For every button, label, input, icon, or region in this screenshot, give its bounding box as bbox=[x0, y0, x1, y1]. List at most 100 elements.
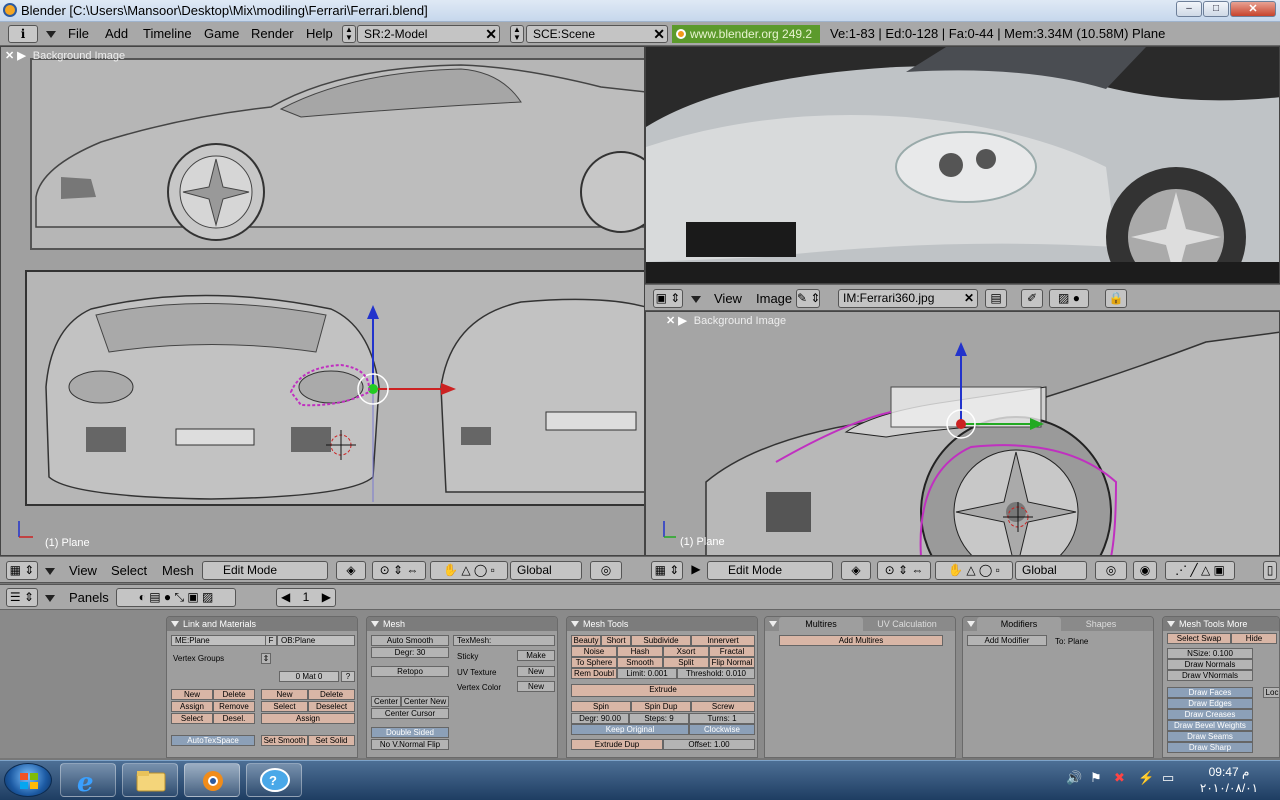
expand-menus-icon[interactable]: ▶ bbox=[689, 561, 703, 580]
draw-creases-toggle[interactable]: Draw Creases bbox=[1167, 709, 1253, 720]
close-bg-image-icon[interactable]: ✕ ▶ bbox=[5, 50, 26, 62]
to-sphere-button[interactable]: To Sphere bbox=[571, 657, 617, 668]
render-icon[interactable]: ▯ bbox=[1263, 561, 1277, 580]
center-cursor-button[interactable]: Center Cursor bbox=[371, 708, 449, 719]
background-image-label[interactable]: ✕ ▶ Background Image bbox=[666, 314, 786, 327]
editor-type-3dview-icon[interactable]: ▦ ⇕ bbox=[6, 561, 38, 580]
split-button[interactable]: Split bbox=[663, 657, 709, 668]
draw-normals-toggle[interactable]: Draw Normals bbox=[1167, 659, 1253, 670]
material-delete-button[interactable]: Delete bbox=[308, 689, 355, 700]
spin-button[interactable]: Spin bbox=[571, 701, 631, 712]
menu-render[interactable]: Render bbox=[251, 26, 294, 41]
menu-file[interactable]: File bbox=[68, 26, 89, 41]
remove-doubles-button[interactable]: Rem Doubl bbox=[571, 668, 617, 679]
draw-vnormals-toggle[interactable]: Draw VNormals bbox=[1167, 670, 1253, 681]
extrude-dup-button[interactable]: Extrude Dup bbox=[571, 739, 663, 750]
material-deselect-button[interactable]: Deselect bbox=[308, 701, 355, 712]
add-modifier-dropdown[interactable]: Add Modifier bbox=[967, 635, 1047, 646]
volume-icon[interactable]: 🔊 bbox=[1066, 770, 1082, 786]
screw-button[interactable]: Screw bbox=[691, 701, 755, 712]
minimize-button[interactable]: – bbox=[1176, 1, 1202, 17]
auto-smooth-toggle[interactable]: Auto Smooth bbox=[371, 635, 449, 646]
set-solid-button[interactable]: Set Solid bbox=[308, 735, 355, 746]
beauty-toggle[interactable]: Beauty bbox=[571, 635, 601, 646]
frame-number-field[interactable]: ◀ 1 ▶ bbox=[276, 588, 336, 607]
scene-browse-stepper[interactable]: ▲ ▼ bbox=[510, 25, 524, 43]
auto-smooth-degr-field[interactable]: Degr: 30 bbox=[371, 647, 449, 658]
panel-title[interactable]: Mesh bbox=[367, 617, 557, 631]
tab-uv-calculation[interactable]: UV Calculation bbox=[863, 617, 951, 631]
short-toggle[interactable]: Short bbox=[601, 635, 631, 646]
vgroup-new-button[interactable]: New bbox=[171, 689, 213, 700]
steps-field[interactable]: Steps: 9 bbox=[629, 713, 689, 724]
panel-title[interactable]: Mesh Tools More bbox=[1163, 617, 1279, 631]
mode-select-dropdown[interactable]: Edit Mode bbox=[202, 561, 328, 580]
vgroup-browse-icon[interactable]: ⇕ bbox=[261, 653, 271, 664]
viewport-left[interactable]: ✕ ▶ Background Image (1) Plane bbox=[0, 46, 645, 556]
tab-shapes[interactable]: Shapes bbox=[1061, 617, 1141, 631]
maximize-button[interactable]: □ bbox=[1203, 1, 1229, 17]
blender-taskbar-icon[interactable] bbox=[184, 763, 240, 797]
paint-icon[interactable]: ✐ bbox=[1021, 289, 1043, 308]
screen-icon[interactable]: ▭ bbox=[1162, 770, 1174, 786]
info-window-type-button[interactable]: i bbox=[8, 25, 38, 43]
fractal-button[interactable]: Fractal bbox=[709, 646, 755, 657]
keep-original-toggle[interactable]: Keep Original bbox=[571, 724, 689, 735]
tab-multires[interactable]: Multires bbox=[779, 617, 863, 631]
image-unlink-icon[interactable]: ✕ bbox=[964, 290, 974, 307]
loc-toggle[interactable]: Loc bbox=[1263, 687, 1279, 698]
internet-explorer-taskbar-icon[interactable]: e bbox=[60, 763, 116, 798]
app-taskbar-icon[interactable]: ? bbox=[246, 763, 302, 797]
hide-button[interactable]: Hide bbox=[1231, 633, 1277, 644]
network-icon[interactable]: ✖ bbox=[1114, 770, 1125, 786]
vgroup-remove-button[interactable]: Remove bbox=[213, 701, 255, 712]
draw-type-icon[interactable]: ◈ bbox=[336, 561, 366, 580]
occlude-icon[interactable]: ◉ bbox=[1133, 561, 1157, 580]
extrude-button[interactable]: Extrude bbox=[571, 684, 755, 697]
select-mode-icons[interactable]: ⋰ ╱ △ ▣ bbox=[1165, 561, 1235, 580]
mesh-datablock-field[interactable]: ME:Plane bbox=[171, 635, 267, 646]
mode-select-dropdown[interactable]: Edit Mode bbox=[707, 561, 833, 580]
scene-name-field[interactable]: SCE:Scene ✕ bbox=[526, 25, 668, 43]
start-button[interactable] bbox=[4, 763, 52, 797]
no-vnormal-flip-toggle[interactable]: No V.Normal Flip bbox=[371, 739, 449, 750]
set-smooth-button[interactable]: Set Smooth bbox=[261, 735, 308, 746]
subdivide-button[interactable]: Subdivide bbox=[631, 635, 691, 646]
draw-edges-toggle[interactable]: Draw Edges bbox=[1167, 698, 1253, 709]
add-multires-button[interactable]: Add Multires bbox=[779, 635, 943, 646]
select-swap-button[interactable]: Select Swap bbox=[1167, 633, 1231, 644]
menu-game[interactable]: Game bbox=[204, 26, 239, 41]
xsort-button[interactable]: Xsort bbox=[663, 646, 709, 657]
editor-type-3dview-icon[interactable]: ▦ ⇕ bbox=[651, 561, 683, 580]
material-assign-button[interactable]: Assign bbox=[261, 713, 355, 724]
vgroup-delete-button[interactable]: Delete bbox=[213, 689, 255, 700]
material-new-button[interactable]: New bbox=[261, 689, 308, 700]
texmesh-field[interactable]: TexMesh: bbox=[453, 635, 555, 646]
limit-field[interactable]: Limit: 0.001 bbox=[617, 668, 677, 679]
image-browse-icon[interactable]: ✎ ⇕ bbox=[796, 289, 820, 308]
frame-decrement-icon[interactable]: ◀ bbox=[281, 589, 290, 606]
innervert-button[interactable]: Innervert bbox=[691, 635, 755, 646]
menu-timeline[interactable]: Timeline bbox=[143, 26, 192, 41]
explorer-taskbar-icon[interactable] bbox=[122, 763, 178, 797]
header-collapse-icon[interactable] bbox=[45, 595, 55, 602]
orientation-dropdown[interactable]: Global bbox=[1015, 561, 1087, 580]
orientation-dropdown[interactable]: Global bbox=[510, 561, 582, 580]
panel-title[interactable]: Link and Materials bbox=[167, 617, 357, 631]
menu-add[interactable]: Add bbox=[105, 26, 128, 41]
pivot-snap-icons[interactable]: ⊙ ⇕ ⇔ bbox=[372, 561, 426, 580]
screen-name-field[interactable]: SR:2-Model ✕ bbox=[357, 25, 500, 43]
turns-field[interactable]: Turns: 1 bbox=[689, 713, 755, 724]
screen-delete-icon[interactable]: ✕ bbox=[485, 26, 497, 42]
vgroup-deselect-button[interactable]: Desel. bbox=[213, 713, 255, 724]
image-editor[interactable] bbox=[645, 46, 1280, 284]
draw-sharp-toggle[interactable]: Draw Sharp bbox=[1167, 742, 1253, 753]
draw-faces-toggle[interactable]: Draw Faces bbox=[1167, 687, 1253, 698]
center-new-button[interactable]: Center New bbox=[401, 696, 449, 707]
frame-increment-icon[interactable]: ▶ bbox=[322, 589, 331, 606]
header-collapse-icon[interactable] bbox=[45, 568, 55, 575]
menu-view[interactable]: View bbox=[69, 563, 97, 578]
header-collapse-icon[interactable] bbox=[691, 296, 701, 303]
sticky-make-button[interactable]: Make bbox=[517, 650, 555, 661]
normal-size-field[interactable]: NSize: 0.100 bbox=[1167, 648, 1253, 659]
